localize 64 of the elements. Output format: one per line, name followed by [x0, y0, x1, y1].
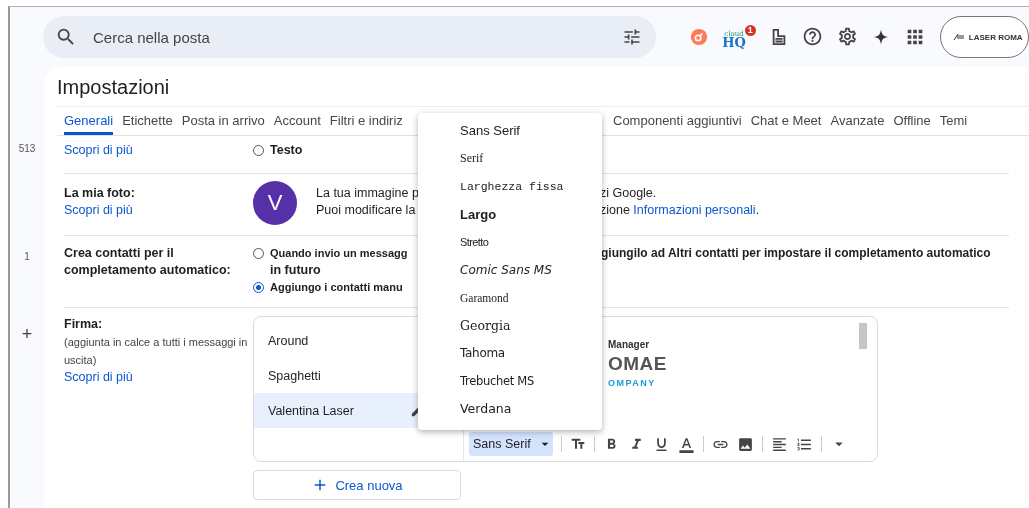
- option-label: Aggiungo i contatti manu: [270, 280, 404, 295]
- scrollbar-thumb[interactable]: [859, 323, 867, 349]
- text-color-icon[interactable]: [678, 435, 695, 453]
- sprocket-logo-icon[interactable]: [690, 28, 709, 46]
- logo-text: HQ: [722, 37, 746, 49]
- option-label: Testo: [270, 142, 303, 159]
- filter-icon[interactable]: [622, 27, 643, 47]
- settings-tab[interactable]: Chat e Meet: [750, 107, 822, 135]
- personal-info-link[interactable]: Informazioni personali: [633, 203, 756, 217]
- settings-tab[interactable]: Account: [273, 107, 321, 135]
- settings-tab[interactable]: Componenti aggiuntivi: [613, 107, 742, 135]
- setting-hint: (aggiunta in calce a tutti i messaggi in uscita): [64, 335, 249, 368]
- settings-tab[interactable]: Generali: [64, 107, 114, 135]
- settings-tab[interactable]: Temi: [939, 107, 968, 135]
- settings-tab[interactable]: Etichette: [122, 107, 173, 135]
- search-bar[interactable]: Cerca nella posta: [43, 16, 657, 58]
- account-button[interactable]: LASER ROMA: [939, 16, 1029, 58]
- signature-role: Manager: [608, 339, 650, 350]
- font-select[interactable]: Sans Serif: [469, 432, 553, 456]
- radio-option[interactable]: Testo: [253, 142, 303, 159]
- settings-tab[interactable]: Filtri e indiriz: [329, 107, 403, 135]
- option-label: in futuro: [270, 263, 321, 277]
- settings-tab[interactable]: Offline: [893, 107, 931, 135]
- setting-label: Crea contatti per il completamento automatico:: [64, 245, 232, 279]
- rail-label: +: [21, 324, 33, 345]
- font-option[interactable]: Georgia: [418, 311, 602, 340]
- photo-description: La tua immagine p: [316, 185, 416, 202]
- signature-logo-text: OMAE: [608, 354, 667, 374]
- option-label: Quando invio un messagg: [270, 246, 409, 261]
- avatar[interactable]: V: [253, 181, 297, 225]
- page-title: Impostazioni: [57, 75, 171, 100]
- search-icon[interactable]: [55, 26, 77, 48]
- font-option[interactable]: Serif: [418, 144, 602, 173]
- font-option[interactable]: Sans Serif: [418, 117, 602, 145]
- learn-more-link[interactable]: Scopri di più: [64, 369, 133, 386]
- settings-tab[interactable]: Avanzate: [830, 107, 885, 135]
- font-option[interactable]: Garamond: [418, 283, 602, 312]
- font-option[interactable]: Comic Sans MS: [418, 256, 602, 284]
- signature-logo-text: OMPANY: [608, 378, 656, 388]
- learn-more-link[interactable]: Scopri di più: [64, 202, 133, 219]
- text-size-icon[interactable]: [570, 436, 586, 452]
- image-icon[interactable]: [737, 435, 754, 453]
- font-option[interactable]: Larghezza fissa: [418, 172, 602, 201]
- settings-tab[interactable]: Posta in arrivo: [181, 107, 265, 135]
- font-option[interactable]: Stretto: [418, 228, 602, 256]
- setting-label: Firma:: [64, 316, 103, 333]
- learn-more-link[interactable]: Scopri di più: [64, 142, 133, 159]
- search-field[interactable]: Cerca nella posta: [91, 27, 609, 47]
- settings-icon[interactable]: [836, 26, 858, 48]
- rail-label: 1: [24, 251, 30, 262]
- font-option[interactable]: Tahoma: [418, 339, 602, 368]
- account-logo-text: LASER ROMA: [968, 32, 1023, 42]
- help-icon[interactable]: [801, 26, 823, 48]
- rail-label: 513: [18, 143, 36, 154]
- font-option[interactable]: Largo: [418, 200, 602, 229]
- notification-badge: 1: [744, 25, 756, 36]
- align-icon[interactable]: [771, 435, 788, 453]
- create-button[interactable]: Crea nuova: [253, 470, 461, 500]
- setting-label: La mia foto:: [64, 185, 135, 202]
- photo-description: zione Informazioni personali.: [600, 202, 760, 219]
- photo-description: Puoi modificare la: [316, 202, 416, 219]
- logo-mark-icon: [952, 33, 965, 41]
- font-option[interactable]: Trebuchet MS: [418, 367, 602, 395]
- option-label: giungilo ad Altri contatti per impostare il completamento automatico: [601, 245, 991, 262]
